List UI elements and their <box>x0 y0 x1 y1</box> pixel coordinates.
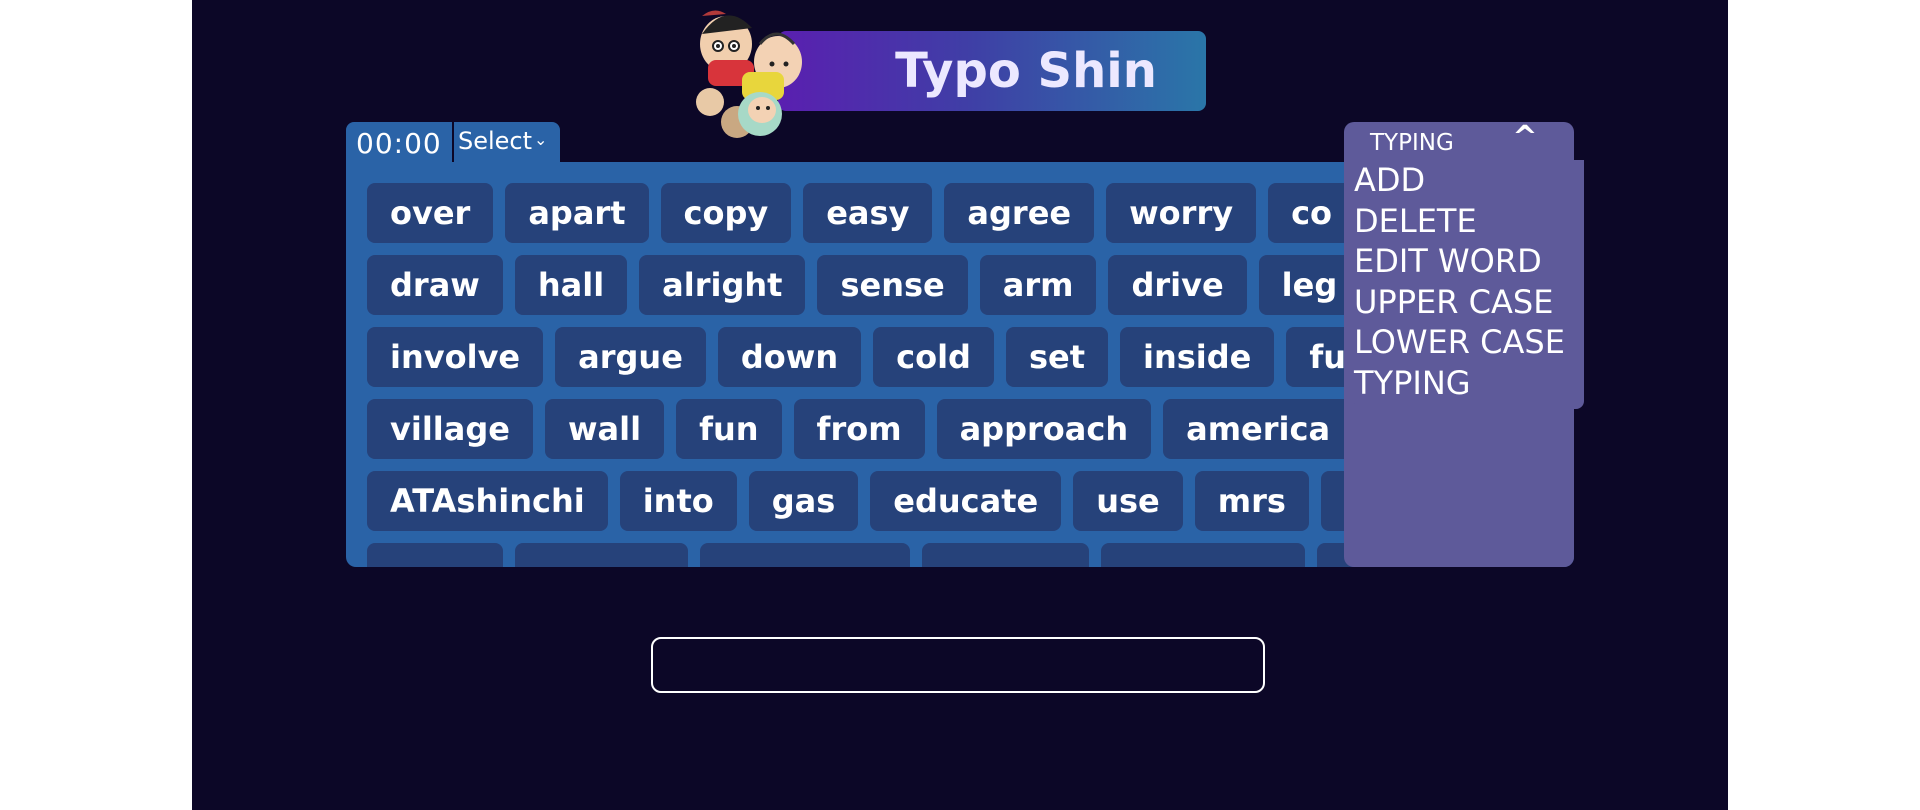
word-chip: fun <box>676 399 782 459</box>
word-chip: involve <box>367 327 544 387</box>
word-chip: cold <box>873 327 994 387</box>
word-chip: wall <box>544 399 665 459</box>
word-chip: ATAshinchi <box>367 471 608 531</box>
mode-menu-list: ADD DELETE EDIT WORD UPPER CASE LOWER CASE TY… <box>1354 160 1584 409</box>
mode-item-typing[interactable]: TYPING <box>1354 363 1584 404</box>
word-chip <box>367 543 503 567</box>
word-chip: worry <box>1106 183 1257 243</box>
word-chip: co <box>1268 183 1356 243</box>
word-chip: alright <box>639 255 806 315</box>
word-chip <box>1101 543 1305 567</box>
word-chip: over <box>367 183 494 243</box>
timer-display: 00:00 <box>356 127 442 160</box>
word-chip: arm <box>979 255 1097 315</box>
word-chip: approach <box>936 399 1152 459</box>
mode-dropdown: TYPING ^ ADD DELETE EDIT WORD UPPER CASE LOW… <box>1344 120 1584 567</box>
word-chip: into <box>619 471 737 531</box>
word-chip: agree <box>944 183 1095 243</box>
mode-item-lower-case[interactable]: LOWER CASE <box>1354 322 1584 363</box>
mode-item-delete[interactable]: DELETE <box>1354 201 1584 242</box>
word-set-select[interactable]: Select ⌄ <box>458 126 547 156</box>
shinchan-family-icon <box>696 10 802 138</box>
word-chip: inside <box>1120 327 1275 387</box>
mode-item-upper-case[interactable]: UPPER CASE <box>1354 282 1584 323</box>
app-root: Typo Shin 00:00 Select ⌄ over apart copy eas… <box>192 0 1728 810</box>
word-chip <box>515 543 688 567</box>
word-chip: set <box>1005 327 1108 387</box>
word-chip: use <box>1073 471 1183 531</box>
word-chip: draw <box>367 255 503 315</box>
mode-current[interactable]: TYPING <box>1370 126 1454 160</box>
word-chip <box>700 543 910 567</box>
chevron-down-icon: ⌄ <box>534 130 548 149</box>
word-chip: mrs <box>1194 471 1309 531</box>
word-chip <box>922 543 1089 567</box>
word-chip: sense <box>817 255 968 315</box>
typing-input[interactable] <box>651 637 1265 693</box>
word-chip: america <box>1163 399 1354 459</box>
word-chip: gas <box>748 471 859 531</box>
word-chip: copy <box>660 183 792 243</box>
word-chip: drive <box>1108 255 1247 315</box>
word-chip: argue <box>555 327 706 387</box>
word-chip: apart <box>505 183 649 243</box>
select-label: Select <box>458 127 533 155</box>
mode-item-add[interactable]: ADD <box>1354 160 1584 201</box>
word-chip: easy <box>803 183 933 243</box>
word-chip: from <box>793 399 925 459</box>
title-banner: Typo Shin <box>778 31 1206 111</box>
timer-tab: 00:00 Select ⌄ <box>346 122 560 164</box>
tab-divider <box>452 122 454 162</box>
app-title: Typo Shin <box>895 43 1157 99</box>
mode-item-edit-word[interactable]: EDIT WORD <box>1354 241 1584 282</box>
word-chip: hall <box>514 255 628 315</box>
word-chip: down <box>717 327 862 387</box>
word-chip: educate <box>870 471 1062 531</box>
caret-up-icon[interactable]: ^ <box>1510 120 1540 155</box>
word-chip: village <box>367 399 533 459</box>
